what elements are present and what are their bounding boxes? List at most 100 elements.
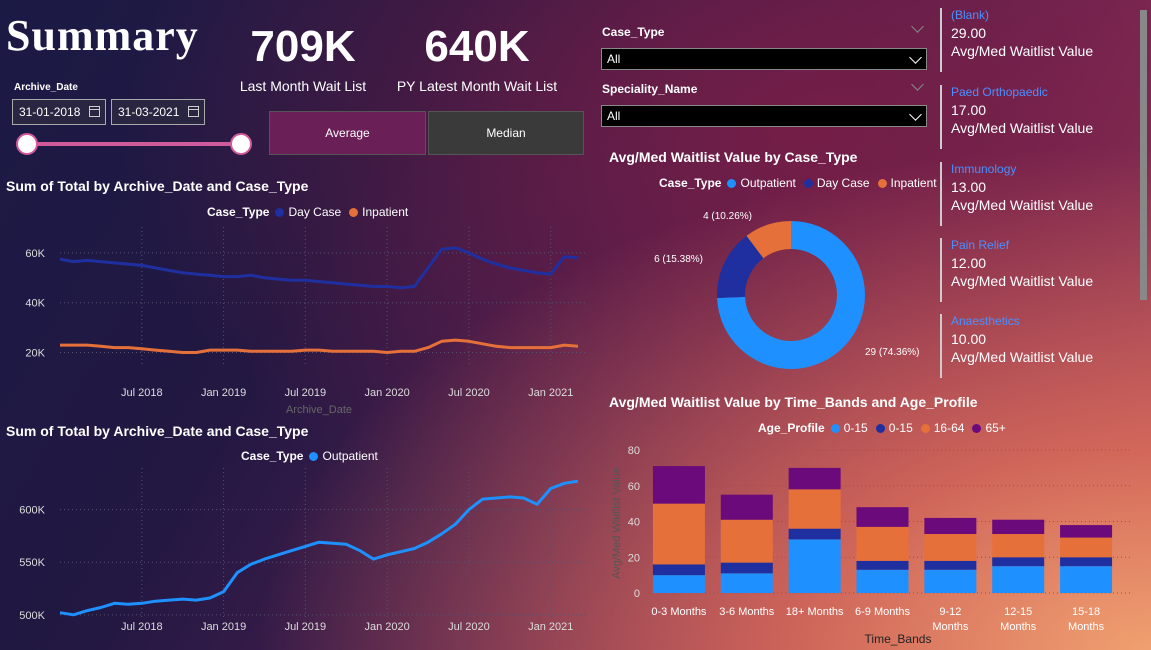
y-tick-label: 600K [19, 505, 45, 517]
kpi-last-month: 709K Last Month Wait List [238, 22, 368, 94]
card-category: Pain Relief [951, 238, 1010, 252]
calendar-icon[interactable] [188, 106, 199, 117]
slider-start-handle[interactable] [16, 133, 38, 155]
x-tick-label: 15-18 [1072, 606, 1100, 618]
slider-end-handle[interactable] [230, 133, 252, 155]
card-label: Avg/Med Waitlist Value [951, 349, 1094, 365]
bar-segment [924, 534, 977, 561]
bar-segment [992, 519, 1045, 535]
calendar-icon[interactable] [89, 106, 100, 117]
chart2-title: Sum of Total by Archive_Date and Case_Ty… [6, 423, 309, 439]
case-type-dropdown[interactable]: All [601, 48, 927, 70]
kpi-py-latest-value: 640K [424, 22, 530, 71]
chevron-down-icon[interactable] [911, 78, 924, 91]
legend-dot [972, 423, 982, 433]
bar-segment [1060, 525, 1113, 538]
x-tick-label: Jan 2020 [365, 387, 410, 399]
legend-title: Case_Type [207, 205, 270, 219]
card-value: 10.00 [951, 331, 987, 347]
median-button[interactable]: Median [428, 111, 584, 155]
date-range-slider[interactable] [24, 142, 242, 146]
bar-segment [856, 569, 909, 593]
x-tick-label: Jul 2018 [121, 387, 163, 399]
end-date-value: 31-03-2021 [118, 105, 180, 119]
legend-dot [877, 178, 887, 188]
cards-scrollbar[interactable] [1140, 10, 1147, 300]
legend-dot [803, 178, 813, 188]
case-type-slicer-label: Case_Type [602, 25, 665, 39]
card-label: Avg/Med Waitlist Value [951, 273, 1094, 289]
bar-segment [652, 575, 705, 593]
chart2-legend: Case_Type Outpatient [241, 449, 378, 463]
legend-dot [275, 207, 285, 217]
end-date-input[interactable]: 31-03-2021 [111, 99, 205, 125]
x-tick-label: Jul 2019 [285, 621, 327, 633]
donut-data-label: 4 (10.26%) [703, 211, 752, 222]
bar-segment [720, 494, 773, 520]
start-date-input[interactable]: 31-01-2018 [12, 99, 106, 125]
bar-segment [720, 573, 773, 593]
x-tick-label: 3-6 Months [719, 606, 775, 618]
bar-segment [652, 564, 705, 576]
card-value: 17.00 [951, 102, 987, 118]
y-tick-label: 40K [25, 298, 45, 310]
card-blank: (Blank) 29.00 Avg/Med Waitlist Value [940, 8, 1135, 72]
bar-segment [788, 528, 841, 540]
legend-item: Outpatient [740, 176, 796, 190]
bar-chart-title: Avg/Med Waitlist Value by Time_Bands and… [609, 394, 978, 410]
card-category: Anaesthetics [951, 314, 1020, 328]
line-chart-day-inpatient: 60K 40K 20K Jul 2018 Jan 2019 Jul 2019 Jan 202… [25, 225, 586, 416]
bar-segment [720, 562, 773, 574]
bar-chart-legend: Age_Profile 0-15 0-15 16-64 65+ [758, 421, 1006, 435]
x-tick-label: Months [932, 621, 969, 633]
series-line-day-case [59, 246, 579, 290]
legend-dot [920, 423, 930, 433]
legend-dot [309, 451, 319, 461]
donut-data-label: 29 (74.36%) [865, 347, 919, 358]
y-tick-label: 60K [25, 248, 45, 260]
average-button[interactable]: Average [269, 111, 426, 155]
x-tick-label: Jan 2019 [201, 621, 246, 633]
legend-title: Case_Type [659, 176, 722, 190]
bar-segment [788, 539, 841, 593]
legend-item: 0-15 [843, 421, 868, 435]
bar-segment [1060, 537, 1113, 558]
chart1-legend: Case_Type Day Case Inpatient [207, 205, 408, 219]
y-tick-label: 40 [628, 517, 640, 529]
y-tick-label: 60 [628, 481, 640, 493]
y-tick-label: 80 [628, 445, 640, 457]
x-axis-title: Archive_Date [286, 404, 352, 416]
y-tick-label: 500K [19, 610, 45, 622]
x-tick-label: Jul 2019 [285, 387, 327, 399]
x-tick-label: 12-15 [1004, 606, 1032, 618]
donut-data-label: 6 (15.38%) [654, 254, 703, 265]
donut-legend: Case_Type Outpatient Day Case Inpatient [659, 176, 937, 190]
bar-segment [788, 467, 841, 490]
card-pain-relief: Pain Relief 12.00 Avg/Med Waitlist Value [940, 238, 1135, 302]
legend-title: Case_Type [241, 449, 304, 463]
chevron-down-icon[interactable] [911, 20, 924, 33]
chart1-title: Sum of Total by Archive_Date and Case_Ty… [6, 178, 309, 194]
kpi-py-latest-label: PY Latest Month Wait List [396, 78, 558, 94]
bar-segment [652, 466, 705, 504]
donut-chart: 29 (74.36%) 6 (15.38%) 4 (10.26%) [654, 211, 919, 369]
card-label: Avg/Med Waitlist Value [951, 197, 1094, 213]
case-type-selected: All [607, 52, 621, 66]
donut-title: Avg/Med Waitlist Value by Case_Type [609, 149, 858, 165]
legend-item: Outpatient [322, 449, 378, 463]
speciality-dropdown[interactable]: All [601, 105, 927, 127]
series-line-outpatient [59, 479, 579, 617]
bar-segment [992, 557, 1045, 567]
legend-title: Age_Profile [758, 421, 825, 435]
legend-item: 0-15 [888, 421, 913, 435]
kpi-last-month-label: Last Month Wait List [239, 78, 367, 94]
bar-segment [924, 517, 977, 535]
x-axis-title: Time_Bands [865, 632, 932, 646]
legend-item: 16-64 [933, 421, 965, 435]
start-date-value: 31-01-2018 [19, 105, 81, 119]
card-paed-orthopaedic: Paed Orthopaedic 17.00 Avg/Med Waitlist … [940, 85, 1135, 149]
x-tick-label: Jul 2020 [448, 387, 490, 399]
line-chart-outpatient: 600K 550K 500K Jul 2018 Jan 2019 Jul 2019 Jan … [19, 468, 586, 633]
bar-segment [992, 566, 1045, 593]
speciality-selected: All [607, 109, 621, 123]
